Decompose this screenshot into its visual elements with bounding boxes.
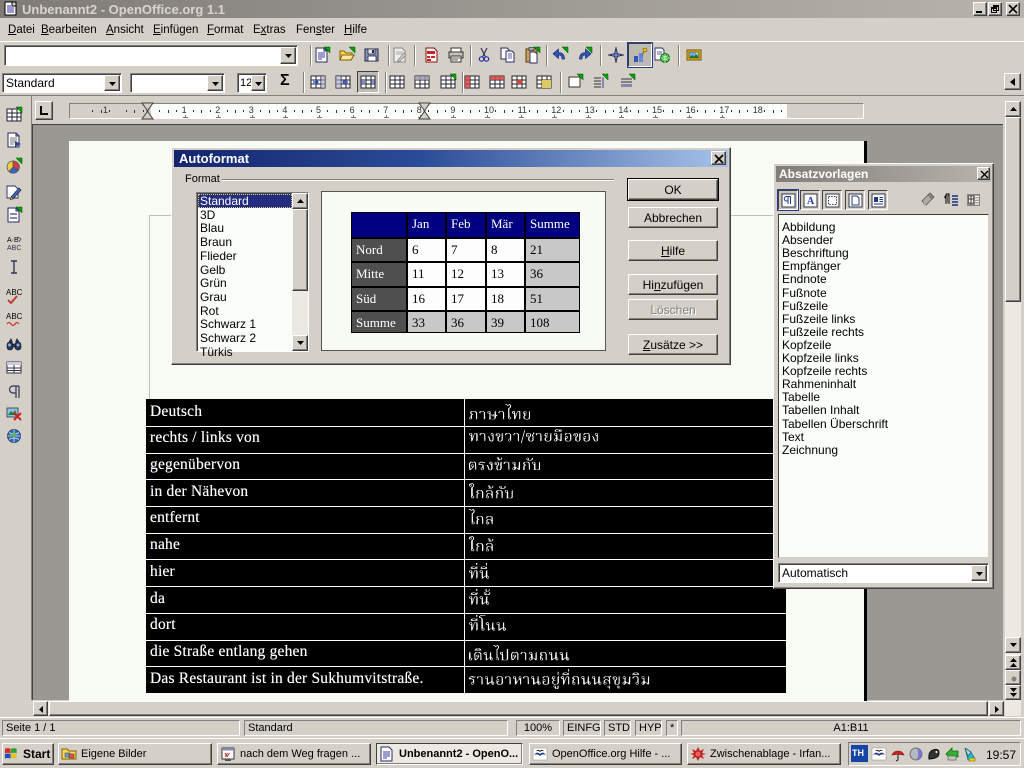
svg-text:ABC: ABC (6, 312, 23, 321)
svg-text:A·B: A·B (7, 237, 19, 244)
svg-text:ABC: ABC (6, 288, 23, 297)
svg-text:A: A (807, 196, 815, 207)
svg-text:ABC: ABC (7, 245, 21, 252)
svg-text:¶: ¶ (944, 194, 949, 204)
